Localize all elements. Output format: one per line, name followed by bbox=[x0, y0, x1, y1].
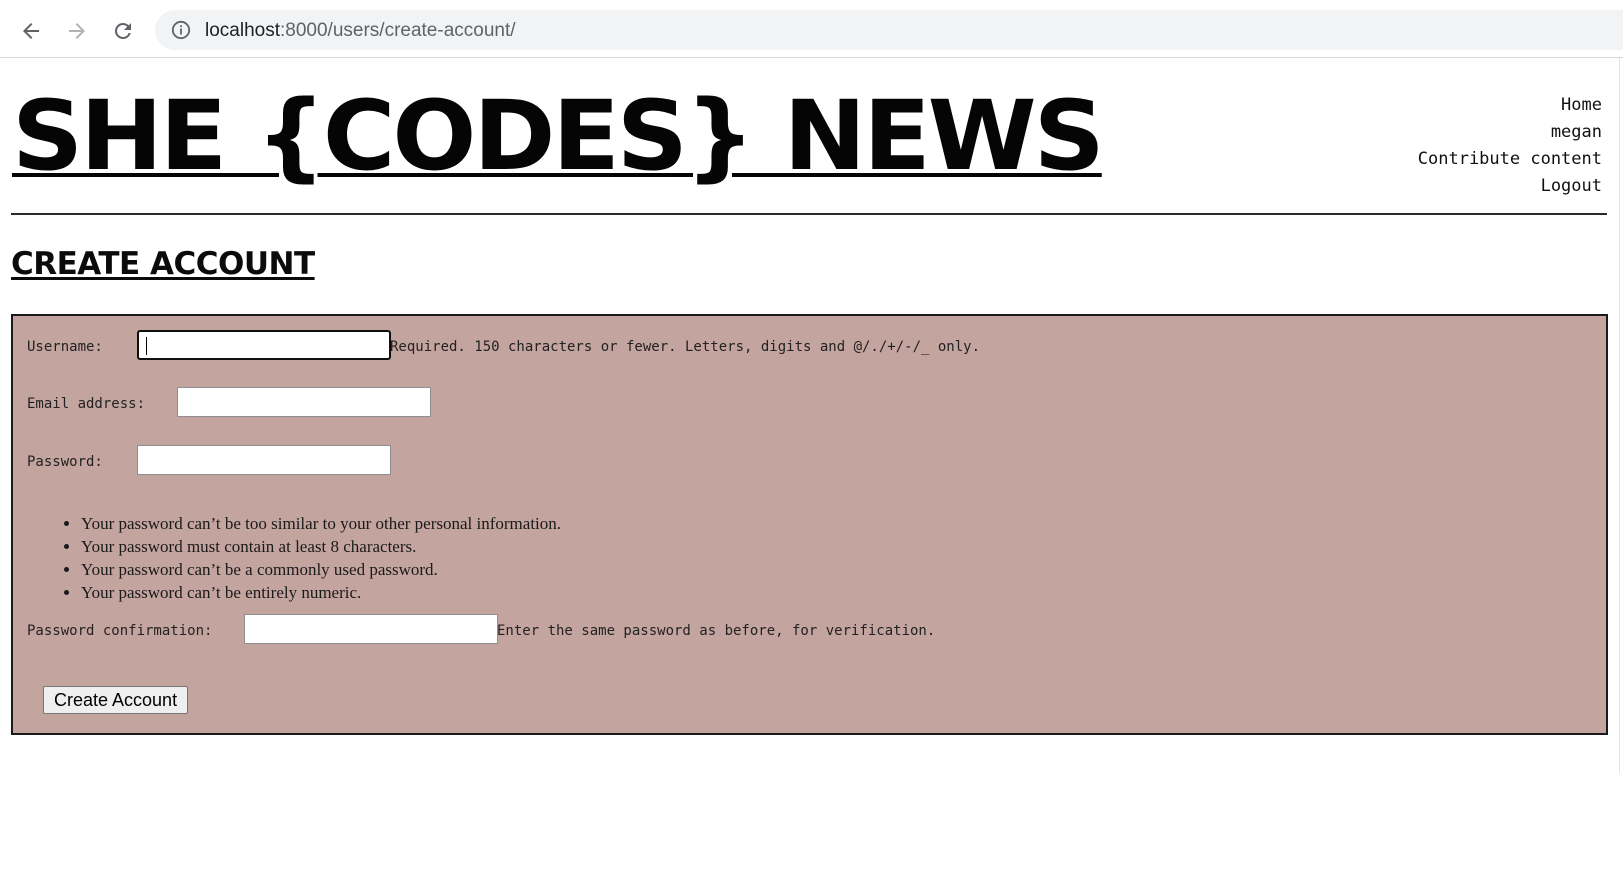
info-icon[interactable] bbox=[171, 20, 191, 40]
password-requirements-list: Your password can’t be too similar to yo… bbox=[45, 512, 561, 604]
password-requirement: Your password can’t be a commonly used p… bbox=[81, 558, 561, 581]
password-requirement: Your password must contain at least 8 ch… bbox=[81, 535, 561, 558]
nav-link-contribute[interactable]: Contribute content bbox=[1418, 146, 1602, 173]
password-label: Password: bbox=[27, 454, 103, 470]
password-requirement: Your password can’t be entirely numeric. bbox=[81, 581, 561, 604]
reload-icon bbox=[114, 22, 131, 39]
text-caret bbox=[146, 337, 147, 355]
arrow-left-icon bbox=[23, 23, 39, 39]
email-label: Email address: bbox=[27, 396, 146, 412]
url-path: :8000/users/create-account/ bbox=[280, 20, 516, 41]
arrow-right-icon bbox=[69, 23, 85, 39]
nav-link-home[interactable]: Home bbox=[1418, 92, 1602, 119]
url-host: localhost bbox=[205, 20, 280, 41]
browser-toolbar: localhost:8000/users/create-account/ bbox=[0, 0, 1623, 58]
address-bar[interactable]: localhost:8000/users/create-account/ bbox=[155, 10, 1623, 50]
site-title[interactable]: SHE {CODES} NEWS bbox=[12, 86, 1105, 186]
page-title: CREATE ACCOUNT bbox=[11, 246, 315, 282]
email-field[interactable] bbox=[177, 387, 431, 417]
header-divider bbox=[11, 213, 1607, 215]
reload-button[interactable] bbox=[107, 15, 139, 47]
create-account-button[interactable]: Create Account bbox=[43, 686, 189, 714]
nav-link-profile[interactable]: megan bbox=[1418, 119, 1602, 146]
create-account-form: Username: Required. 150 characters or fe… bbox=[11, 314, 1608, 735]
back-button[interactable] bbox=[15, 15, 47, 47]
username-input[interactable] bbox=[137, 330, 391, 360]
nav-link-logout[interactable]: Logout bbox=[1418, 173, 1602, 200]
username-label: Username: bbox=[27, 339, 103, 355]
forward-button[interactable] bbox=[61, 15, 93, 47]
site-nav: Home megan Contribute content Logout bbox=[1418, 92, 1602, 200]
password-confirmation-label: Password confirmation: bbox=[27, 623, 213, 639]
password-field[interactable] bbox=[137, 445, 391, 475]
page-content: SHE {CODES} NEWS Home megan Contribute c… bbox=[0, 58, 1620, 773]
password-confirmation-help-text: Enter the same password as before, for v… bbox=[497, 623, 936, 639]
password-confirmation-field[interactable] bbox=[244, 614, 498, 644]
username-help-text: Required. 150 characters or fewer. Lette… bbox=[390, 339, 981, 355]
password-requirement: Your password can’t be too similar to yo… bbox=[81, 512, 561, 535]
url-text[interactable]: localhost:8000/users/create-account/ bbox=[205, 20, 516, 41]
